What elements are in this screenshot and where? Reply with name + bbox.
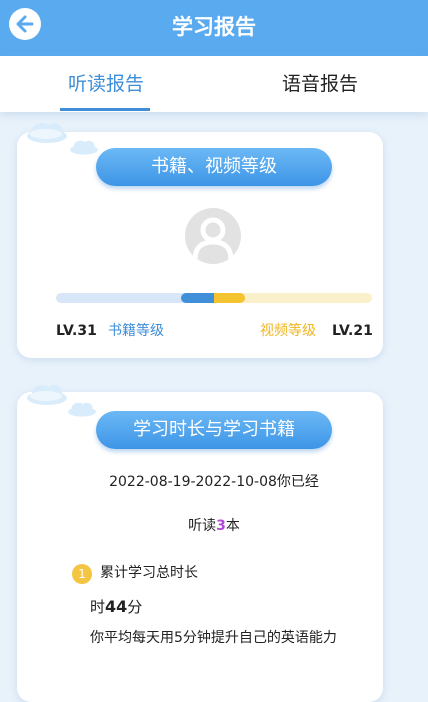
cloud-icon [70, 140, 98, 155]
study-section-title: 学习时长与学习书籍 [96, 411, 332, 449]
total-study-time-title: 累计学习总时长 [100, 565, 198, 581]
item-number-badge: 1 [72, 564, 92, 584]
active-tab-indicator [60, 108, 150, 111]
cloud-icon [27, 385, 67, 405]
level-section-title: 书籍、视频等级 [96, 148, 332, 186]
user-avatar-icon [192, 217, 234, 261]
report-tabs: 听读报告 语音报告 [0, 56, 428, 112]
tab-listen-read-report[interactable]: 听读报告 [58, 70, 154, 98]
book-level-bar-fill [181, 293, 214, 303]
listen-suffix: 本 [225, 518, 240, 534]
book-level-label: 书籍等级 [108, 323, 164, 339]
tab-voice-report[interactable]: 语音报告 [270, 70, 370, 98]
video-level-value: LV.21 [332, 323, 373, 339]
cloud-icon [68, 402, 96, 417]
video-level-bar-fill [214, 293, 245, 303]
listen-count: 3 [216, 518, 226, 534]
header-bar: 学习报告 [0, 0, 428, 56]
average-daily-text: 你平均每天用5分钟提升自己的英语能力 [90, 630, 337, 646]
duration-minutes: 44 [105, 597, 128, 616]
page-title: 学习报告 [172, 15, 256, 39]
video-level-label: 视频等级 [260, 323, 316, 339]
listen-prefix: 听读 [188, 518, 217, 534]
avatar [185, 208, 241, 264]
duration-suffix: 分 [127, 598, 143, 616]
duration-prefix: 时 [90, 598, 106, 616]
total-duration: 时44分 [90, 597, 142, 617]
listen-count-text: 听读3本 [0, 516, 428, 536]
book-level-value: LV.31 [56, 323, 97, 339]
cloud-icon [27, 123, 67, 143]
date-range-text: 2022-08-19-2022-10-08你已经 [109, 474, 319, 490]
